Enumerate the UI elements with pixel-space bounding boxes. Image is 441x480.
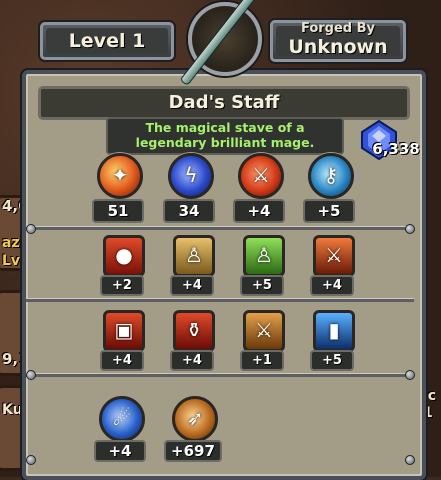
item-name: Dad's Staff <box>168 92 280 113</box>
rivet <box>26 224 36 234</box>
rivet <box>405 370 415 380</box>
frost-pillar-icon: ▮ <box>313 310 355 352</box>
stat-value: +4 <box>170 350 214 371</box>
stat-value: +1 <box>240 350 284 371</box>
divider <box>26 226 414 230</box>
armor-fire-icon: ▣ <box>103 310 145 352</box>
gem-count: 6,338 <box>372 140 420 158</box>
item-description-box: The magical stave of a legendary brillia… <box>106 117 344 155</box>
stat-value: +4 <box>233 199 285 223</box>
fire-staff-icon: ✦ <box>97 153 143 199</box>
stat-value: +4 <box>94 440 146 462</box>
stat-value: 34 <box>163 199 215 223</box>
rivet <box>405 455 415 465</box>
stat-value: 51 <box>92 199 144 223</box>
rivet <box>26 370 36 380</box>
stat-value: +5 <box>240 275 284 296</box>
stat-value: +697 <box>164 440 222 462</box>
key-ring-icon: ⚷ <box>308 153 354 199</box>
stat-value: +4 <box>100 350 144 371</box>
divider <box>26 298 414 302</box>
rivet <box>405 224 415 234</box>
stat-value: +4 <box>310 275 354 296</box>
lightning-icon: ϟ <box>168 153 214 199</box>
stat-value: +2 <box>100 275 144 296</box>
attack-strike-icon: ⚔ <box>238 153 284 199</box>
item-title-bar: Dad's Staff <box>38 86 410 120</box>
stat-value: +4 <box>170 275 214 296</box>
forged-by-plaque: Forged By Unknown <box>270 20 406 62</box>
item-description: The magical stave of a legendary brillia… <box>135 120 315 150</box>
forged-by-label: Forged By <box>300 21 376 36</box>
divider <box>26 373 414 377</box>
poison-figure-icon: ♙ <box>243 235 285 277</box>
stat-value: +5 <box>310 350 354 371</box>
rivet <box>26 455 36 465</box>
potion-fire-icon: ⚱ <box>173 310 215 352</box>
forged-by-name: Unknown <box>288 36 388 58</box>
item-level: Level 1 <box>68 30 146 52</box>
sword-shield-icon: ⚔ <box>243 310 285 352</box>
fire-resist-icon: ● <box>103 235 145 277</box>
level-plaque: Level 1 <box>40 22 174 60</box>
stat-value: +5 <box>303 199 355 223</box>
figure-sword-icon: ♙ <box>173 235 215 277</box>
fire-sword-icon: ⚔ <box>313 235 355 277</box>
frost-claw-icon: ☄ <box>99 396 145 442</box>
arrow-icon: ➶ <box>172 396 218 442</box>
